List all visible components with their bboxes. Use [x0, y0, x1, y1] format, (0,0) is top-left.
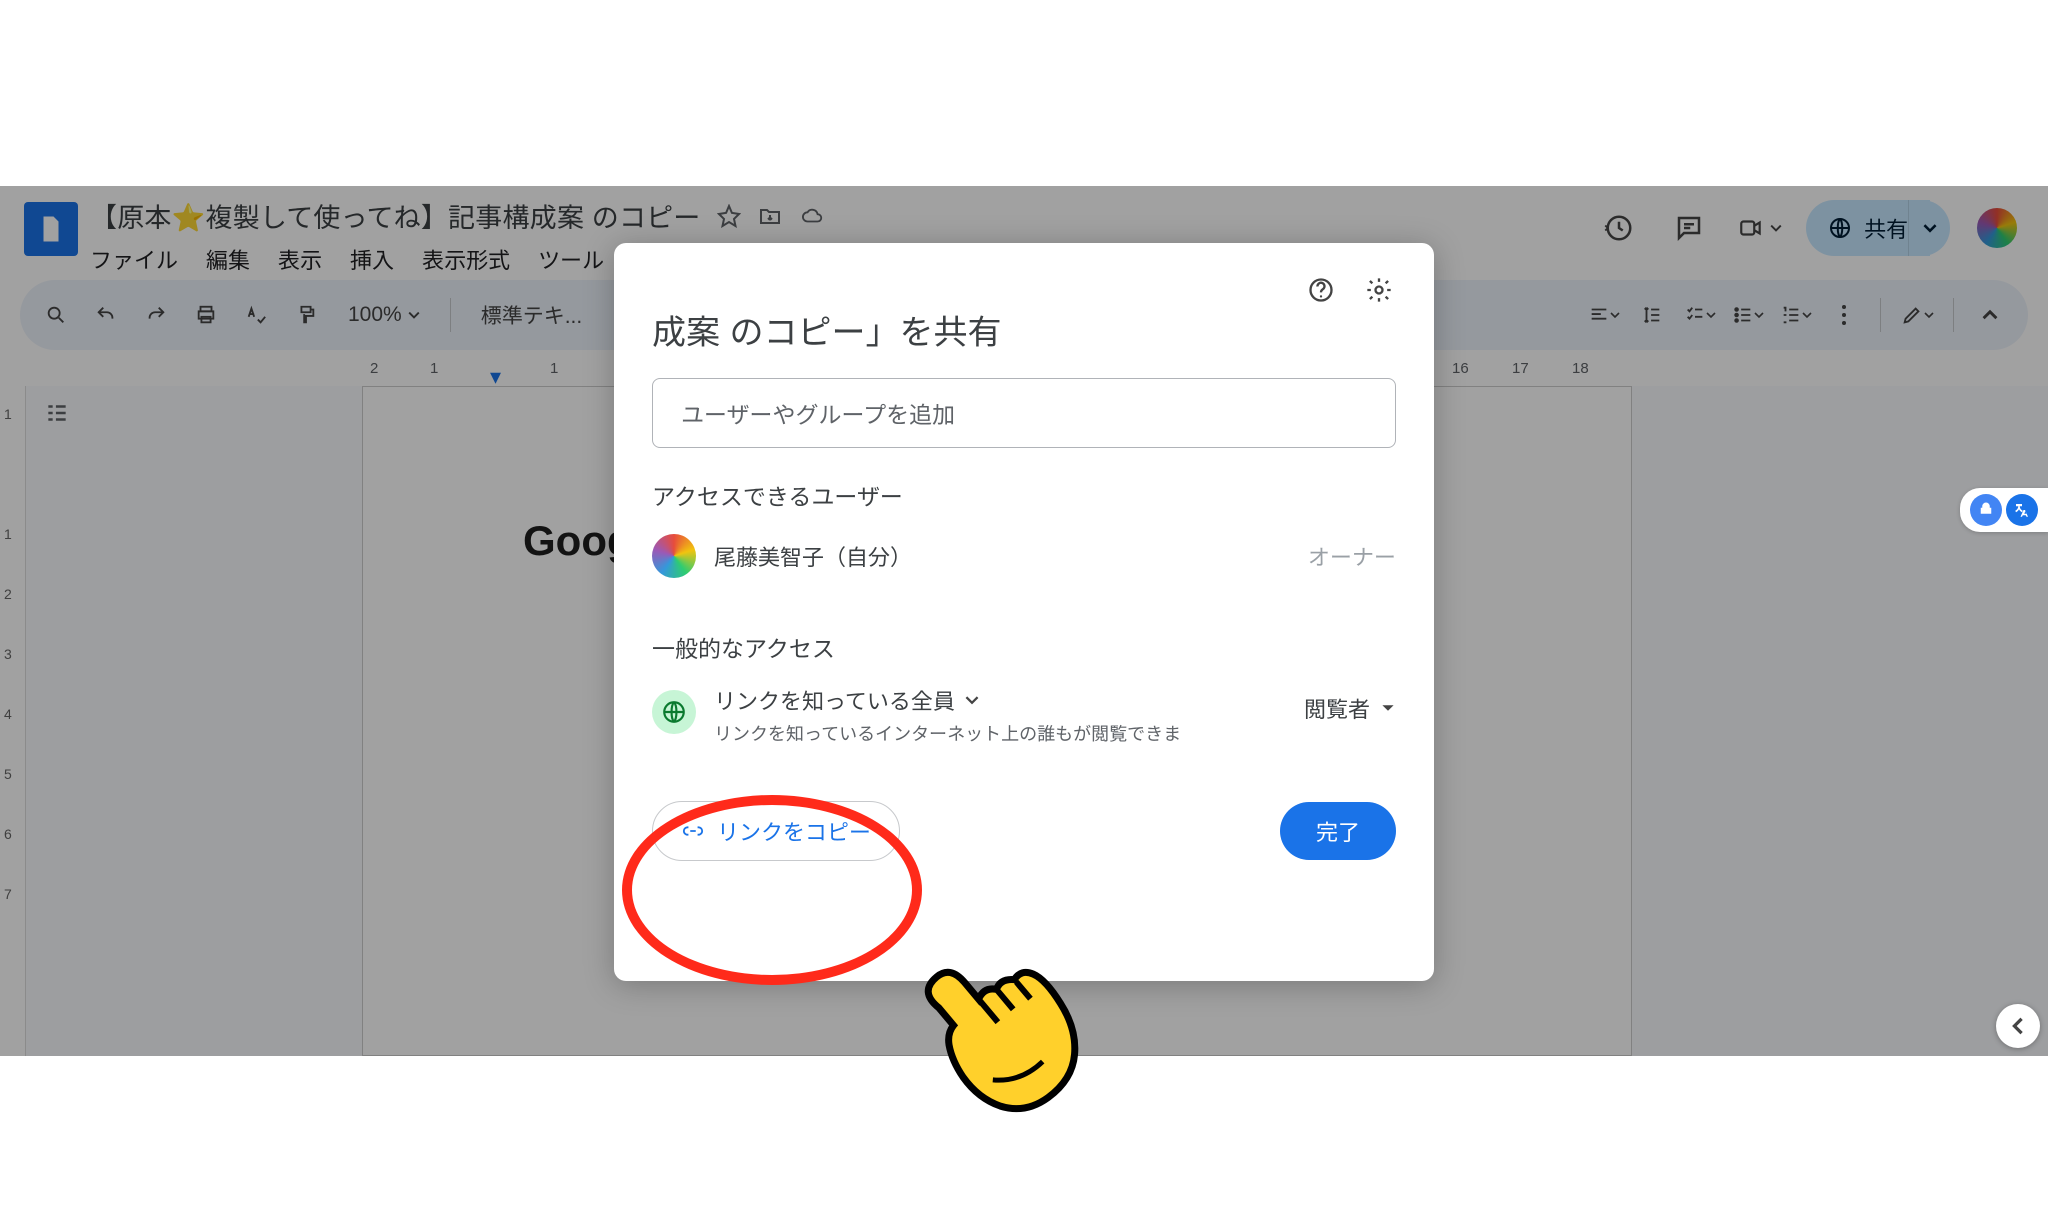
explore-fab[interactable] — [1996, 1004, 2040, 1048]
document-icon — [36, 211, 66, 247]
owner-name: 尾藤美智子（自分） — [714, 540, 912, 572]
spellcheck-icon[interactable] — [236, 295, 276, 335]
owner-avatar — [652, 534, 696, 578]
checklist-icon[interactable] — [1680, 295, 1720, 335]
gear-icon[interactable] — [1362, 273, 1396, 307]
zoom-select[interactable]: 100% — [336, 295, 432, 335]
paint-format-icon[interactable] — [286, 295, 326, 335]
numbered-list-icon[interactable] — [1776, 295, 1816, 335]
share-dialog-title: 成案 のコピー」を共有 — [652, 305, 1396, 354]
menu-file[interactable]: ファイル — [90, 243, 178, 275]
menu-edit[interactable]: 編集 — [206, 243, 250, 275]
link-scope-description: リンクを知っているインターネット上の誰もが閲覧できま — [714, 722, 1214, 747]
add-people-input[interactable]: ユーザーやグループを追加 — [652, 378, 1396, 448]
print-icon[interactable] — [186, 295, 226, 335]
extension-icon — [1970, 494, 2002, 526]
chevron-down-icon — [965, 693, 979, 707]
bulleted-list-icon[interactable] — [1728, 295, 1768, 335]
permission-select[interactable]: 閲覧者 — [1304, 692, 1396, 724]
doc-title[interactable]: 【原本⭐複製して使ってね】記事構成案 のコピー — [90, 196, 701, 235]
access-users-label: アクセスできるユーザー — [652, 478, 1396, 512]
side-extension-badge[interactable] — [1960, 488, 2048, 532]
style-select[interactable]: 標準テキ... — [469, 295, 595, 335]
owner-role: オーナー — [1308, 540, 1396, 572]
star-icon[interactable] — [717, 204, 741, 228]
meet-icon[interactable] — [1736, 205, 1782, 251]
menu-insert[interactable]: 挿入 — [350, 243, 394, 275]
link-scope-select[interactable]: リンクを知っている全員 — [714, 684, 1286, 716]
more-icon[interactable] — [1824, 295, 1864, 335]
add-people-placeholder: ユーザーやグループを追加 — [681, 396, 955, 430]
outline-toggle-icon[interactable] — [42, 400, 72, 426]
menu-tools[interactable]: ツール — [538, 243, 604, 275]
done-button[interactable]: 完了 — [1280, 802, 1396, 860]
menu-format[interactable]: 表示形式 — [422, 243, 510, 275]
line-spacing-icon[interactable] — [1632, 295, 1672, 335]
general-access-label: 一般的なアクセス — [652, 630, 1396, 664]
help-icon[interactable] — [1304, 273, 1338, 307]
account-avatar[interactable] — [1974, 205, 2020, 251]
globe-icon — [1828, 216, 1852, 240]
owner-row: 尾藤美智子（自分） オーナー — [652, 534, 1396, 578]
collapse-icon[interactable] — [1970, 295, 2010, 335]
translate-icon — [2006, 494, 2038, 526]
chevron-down-icon — [1923, 221, 1937, 235]
comments-icon[interactable] — [1666, 205, 1712, 251]
align-icon[interactable] — [1584, 295, 1624, 335]
editing-mode-icon[interactable] — [1897, 295, 1937, 335]
docs-logo[interactable] — [24, 202, 78, 256]
move-folder-icon[interactable] — [757, 204, 783, 228]
menu-view[interactable]: 表示 — [278, 243, 322, 275]
chevron-down-icon — [408, 309, 420, 321]
share-dropdown[interactable] — [1908, 200, 1950, 256]
vertical-ruler: 1 1 2 3 4 5 6 7 — [0, 386, 26, 1056]
globe-icon — [652, 690, 696, 734]
search-menus-icon[interactable] — [36, 295, 76, 335]
chevron-down-icon — [1380, 701, 1396, 715]
copy-link-button[interactable]: リンクをコピー — [652, 801, 900, 861]
link-icon — [681, 820, 705, 842]
undo-icon[interactable] — [86, 295, 126, 335]
share-dialog: 成案 のコピー」を共有 ユーザーやグループを追加 アクセスできるユーザー 尾藤美… — [614, 243, 1434, 981]
history-icon[interactable] — [1596, 205, 1642, 251]
chevron-down-icon — [1770, 222, 1782, 234]
cloud-status-icon[interactable] — [799, 205, 827, 227]
redo-icon[interactable] — [136, 295, 176, 335]
